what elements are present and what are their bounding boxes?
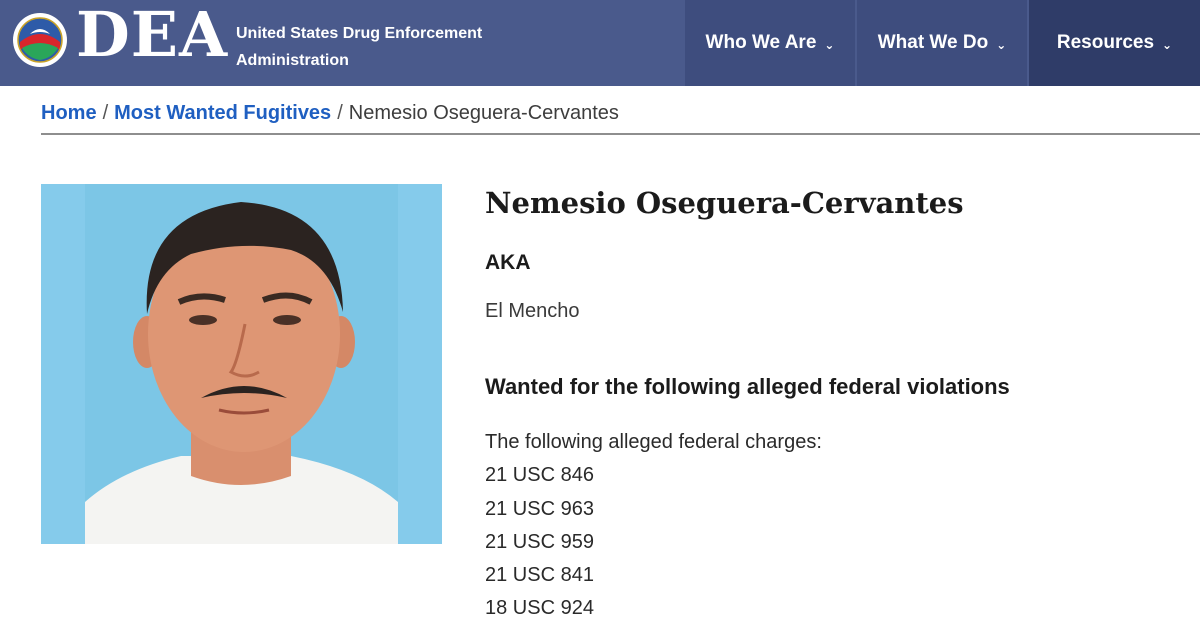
breadcrumb-divider — [41, 133, 1200, 135]
nav-resources[interactable]: Resources ⌄ — [1029, 0, 1200, 86]
dea-wordmark[interactable]: DEA — [76, 2, 228, 68]
breadcrumb-most-wanted-link[interactable]: Most Wanted Fugitives — [114, 102, 331, 124]
nav-what-we-do-label: What We Do — [877, 32, 989, 53]
chevron-down-icon: ⌄ — [996, 38, 1007, 52]
fugitive-photo — [41, 184, 442, 544]
charge-item: 21 USC 846 — [485, 464, 594, 487]
breadcrumb-separator: / — [337, 102, 343, 124]
breadcrumb: Home / Most Wanted Fugitives / Nemesio Osegu… — [41, 101, 619, 125]
dea-seal-icon — [13, 13, 67, 67]
nav-what-we-do[interactable]: What We Do ⌄ — [857, 0, 1027, 86]
charge-item: 21 USC 841 — [485, 564, 594, 587]
charge-item: 21 USC 963 — [485, 497, 594, 520]
aka-heading: AKA — [485, 251, 531, 274]
chevron-down-icon: ⌄ — [824, 38, 835, 52]
breadcrumb-separator: / — [102, 102, 109, 124]
charge-item: 18 USC 924 — [485, 597, 594, 620]
charges-intro: The following alleged federal charges: — [485, 431, 822, 453]
charges-list: The following alleged federal charges: 2… — [485, 426, 822, 626]
charge-item: 21 USC 959 — [485, 530, 594, 553]
agency-name-line2: Administration — [236, 52, 349, 69]
chevron-down-icon: ⌄ — [1162, 38, 1173, 52]
breadcrumb-current: Nemesio Oseguera-Cervantes — [348, 102, 619, 124]
agency-name: United States Drug Enforcement Administr… — [236, 20, 482, 74]
breadcrumb-home-link[interactable]: Home — [41, 102, 97, 124]
fugitive-name: Nemesio Oseguera-Cervantes — [485, 186, 964, 220]
site-header: DEA United States Drug Enforcement Admin… — [0, 0, 1200, 86]
nav-resources-label: Resources — [1056, 32, 1155, 53]
aka-value: El Mencho — [485, 300, 580, 322]
nav-who-we-are-label: Who We Are — [705, 32, 817, 53]
nav-who-we-are[interactable]: Who We Are ⌄ — [685, 0, 855, 86]
violations-heading: Wanted for the following alleged federal… — [485, 374, 1010, 399]
dea-logo[interactable] — [12, 12, 68, 68]
agency-name-line1: United States Drug Enforcement — [236, 25, 483, 42]
